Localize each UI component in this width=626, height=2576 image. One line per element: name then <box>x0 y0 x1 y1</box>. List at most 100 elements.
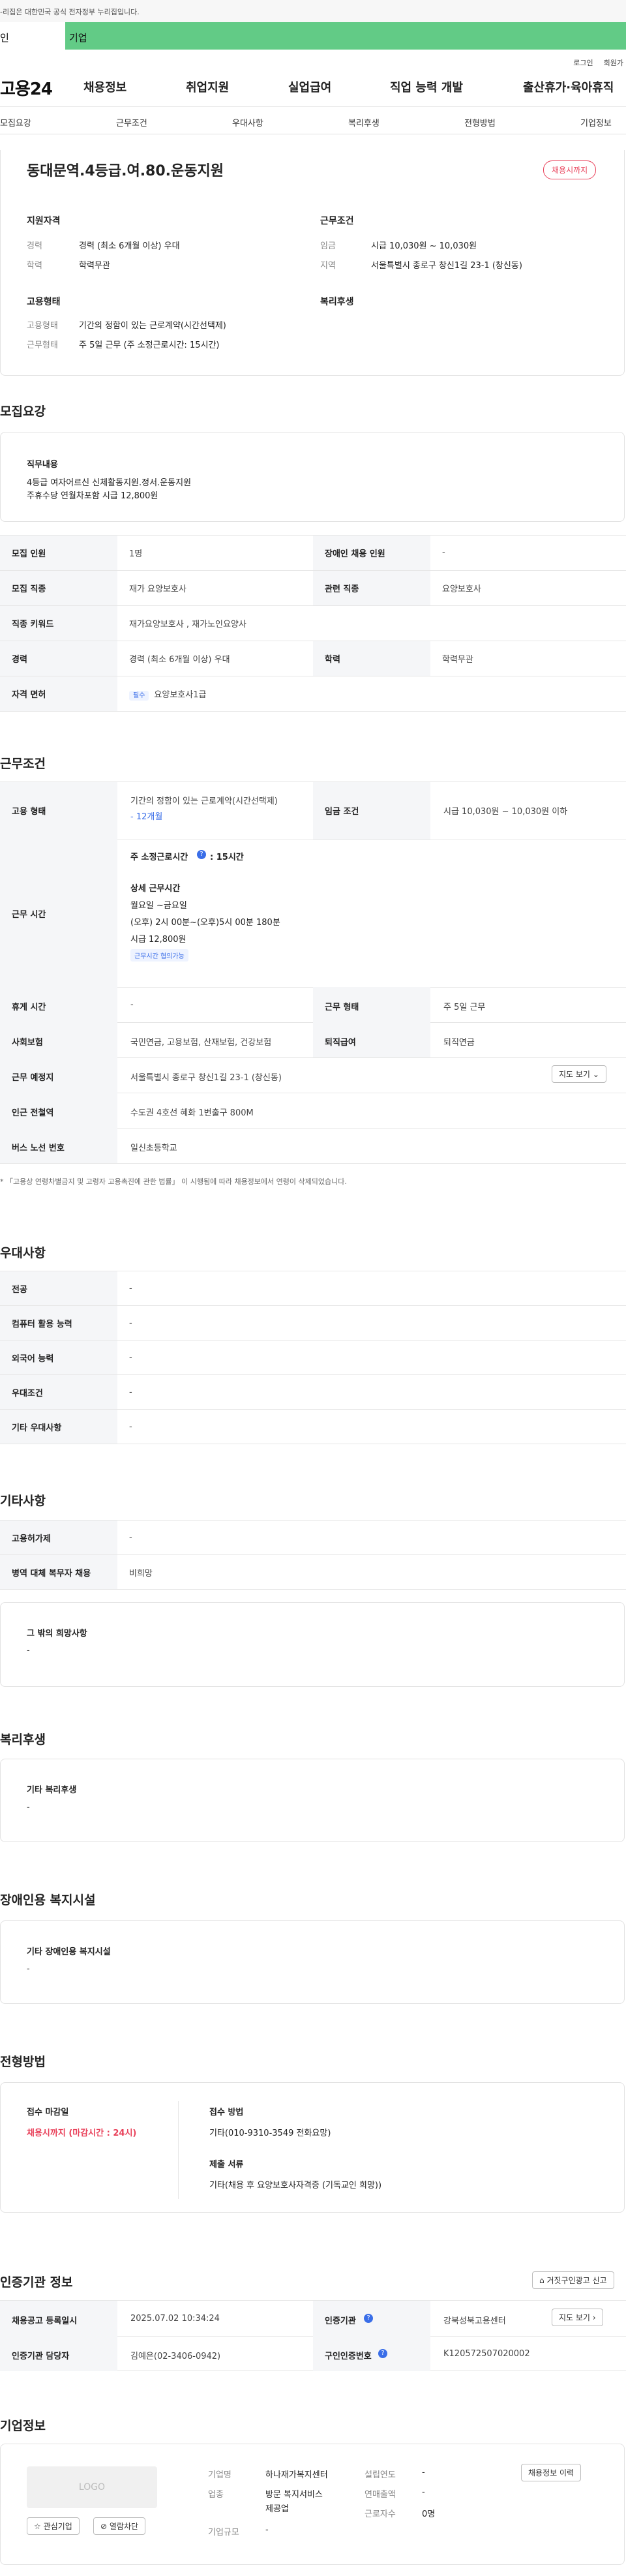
table-row: 자격 면허 필수 요양보호사1급 <box>0 676 626 712</box>
table-header-cell: 근무 형태 <box>313 987 430 1022</box>
table-header: 학력 <box>313 641 430 676</box>
job-history-button[interactable]: 채용정보 이력 <box>521 2464 582 2481</box>
reg-date-label: 채용공고 등록일시 <box>12 2316 78 2326</box>
insurance-value: 국민연금, 고용보험, 산재보험, 건강보험 <box>130 1038 272 1048</box>
nav-parental-leave[interactable]: 출산휴가·육아휴직 <box>523 78 614 95</box>
table-header-cell: 고용 형태 <box>0 782 117 840</box>
manager-label: 인증기관 담당자 <box>12 2352 70 2361</box>
wage-cond-value: 시급 10,030원 ~ 10,030원 이하 <box>443 807 568 817</box>
table-row: 외국어 능력 - <box>0 1340 626 1375</box>
detail-days: 월요일 ~금요일 <box>130 901 187 911</box>
edu-label: 학력 <box>27 261 42 271</box>
industry-value-2: 제공업 <box>265 2504 289 2514</box>
divider <box>0 1163 626 1164</box>
report-fake-ad-button[interactable]: ⌂ 거짓구인광고 신고 <box>532 2271 614 2289</box>
chevron-right-icon: › <box>592 2313 596 2322</box>
place-value: 서울특별시 종로구 창신1길 23-1 (창신동) <box>130 1073 282 1083</box>
disabled-facility-card: 기타 장애인용 복지시설 - <box>0 1920 625 2004</box>
gov-banner: -리집은 대한민국 공식 전자정부 누리집입니다. <box>0 0 626 22</box>
signup-link[interactable]: 회원가 <box>604 57 623 67</box>
table-header-cell: 인증기관 담당자 <box>0 2336 117 2371</box>
disabled-facility-title: 장애인용 복지시설 <box>0 1893 96 1907</box>
rest-label: 휴게 시간 <box>12 1003 46 1012</box>
table-row: 모집 직종 재가 요양보호사 관련 직종 요양보호사 <box>0 570 626 606</box>
company-size-label: 기업규모 <box>208 2528 239 2538</box>
deadline-badge: 채용시까지 <box>543 160 597 179</box>
duty-line-2: 주휴수당 연월차포함 시급 12,800원 <box>27 491 158 501</box>
age-notice-text: 「고용상 연령차별금지 및 고령자 고용촉진에 관한 법률」 이 시행됨에 따라… <box>6 1177 347 1186</box>
table-cell: - <box>117 1374 626 1410</box>
table-cell: 재가 요양보호사 <box>117 570 313 606</box>
table-row: 직종 키워드 재가요양보호사 , 재가노인요양사 <box>0 605 626 641</box>
company-name-value: 하나재가복지센터 <box>265 2470 328 2480</box>
anchor-conditions[interactable]: 근무조건 <box>116 116 147 129</box>
table-header-cell: 사회보험 <box>0 1022 117 1057</box>
welfare-title: 복리후생 <box>320 297 354 307</box>
mode-tabs: 인 기업 <box>0 22 626 50</box>
recruit-table: 모집 인원 1명 장애인 채용 인원 - 모집 직종 재가 요양보호사 관련 직… <box>0 535 626 712</box>
emptype-label: 고용형태 <box>27 321 58 331</box>
wage-cond-label: 임금 조건 <box>325 807 359 817</box>
tab-company[interactable]: 기업 <box>65 22 130 50</box>
table-cell: - <box>117 1340 626 1375</box>
login-link[interactable]: 로그인 <box>573 57 593 67</box>
info-icon[interactable]: ? <box>197 850 206 859</box>
table-header-cell: 인근 전철역 <box>0 1093 117 1128</box>
table-header-cell: 임금 조건 <box>313 782 430 840</box>
subway-label: 인근 전철역 <box>12 1108 54 1118</box>
region-value: 서울특별시 종로구 창신1길 23-1 (창신동) <box>371 261 522 271</box>
deadline-value: 채용시까지 (마감시간 : 24시) <box>27 2129 137 2138</box>
recruit-section-title: 모집요강 <box>0 404 46 419</box>
nav-vocational-training[interactable]: 직업 능력 개발 <box>390 78 463 95</box>
report-button-label: 거짓구인광고 신고 <box>546 2276 607 2285</box>
table-header: 모집 인원 <box>0 535 117 571</box>
company-section-title: 기업정보 <box>0 2419 46 2433</box>
block-view-button[interactable]: ⊘ 열람차단 <box>93 2517 146 2535</box>
nav-unemployment-benefit[interactable]: 실업급여 <box>288 78 331 95</box>
favorite-label: 관심기업 <box>43 2522 72 2531</box>
anchor-recruit[interactable]: 모집요강 <box>0 116 31 129</box>
agency-table: 채용공고 등록일시 2025.07.02 10:34:24 인증기관 ? 강북성… <box>0 2300 626 2371</box>
site-logo[interactable]: 고용24 <box>0 76 85 100</box>
anchor-company[interactable]: 기업정보 <box>580 116 612 129</box>
utility-links: 로그인 회원가 <box>0 50 626 67</box>
map-button-label: 지도 보기 <box>559 2313 590 2322</box>
worktype-value: 주 5일 근무 <box>443 1003 486 1012</box>
employees-label: 근로자수 <box>365 2509 396 2519</box>
anchor-selection[interactable]: 전형방법 <box>464 116 496 129</box>
page: -리집은 대한민국 공식 전자정부 누리집입니다. 인 기업 로그인 회원가 고… <box>0 0 626 2576</box>
founded-label: 설립연도 <box>365 2470 396 2480</box>
reg-date-value: 2025.07.02 10:34:24 <box>130 2314 220 2324</box>
table-cell: 요양보호사 <box>430 570 626 606</box>
nav-employment-support[interactable]: 취업지원 <box>186 78 229 95</box>
info-icon[interactable]: ? <box>364 2314 373 2323</box>
table-row: 기타 우대사항 - <box>0 1409 626 1444</box>
detail-hours-title: 상세 근무시간 <box>130 884 181 894</box>
worktype-label: 근무 형태 <box>325 1003 359 1012</box>
license-value: 요양보호사1급 <box>154 690 207 700</box>
favorite-company-button[interactable]: ☆ 관심기업 <box>27 2517 80 2535</box>
block-icon: ⊘ <box>100 2522 108 2531</box>
map-button[interactable]: 지도 보기 ⌄ <box>552 1065 606 1083</box>
table-header: 고용허가제 <box>0 1520 117 1555</box>
table-header-cell: 인증기관 ? <box>313 2301 430 2336</box>
conditions-section-title: 근무조건 <box>0 757 46 771</box>
table-row: 병역 대체 복무자 채용 비희망 <box>0 1554 626 1590</box>
table-row: 모집 인원 1명 장애인 채용 인원 - <box>0 535 626 571</box>
retirement-label: 퇴직급여 <box>325 1038 356 1048</box>
info-icon[interactable]: ? <box>378 2349 387 2358</box>
preference-table: 전공 - 컴퓨터 활용 능력 - 외국어 능력 - 우대조건 - 기타 우대사항 - <box>0 1271 626 1444</box>
tab-personal[interactable]: 인 <box>0 22 65 50</box>
chevron-down-icon: ⌄ <box>592 1070 599 1079</box>
star-icon: ☆ <box>34 2522 41 2531</box>
welfare-item-title: 기타 복리후생 <box>27 1785 77 1795</box>
rest-value: - <box>130 1000 134 1010</box>
nav-jobs[interactable]: 채용정보 <box>83 78 127 95</box>
anchor-preference[interactable]: 우대사항 <box>232 116 263 129</box>
anchor-welfare[interactable]: 복리후생 <box>348 116 380 129</box>
revenue-value: - <box>422 2487 425 2497</box>
company-card: LOGO ☆ 관심기업 ⊘ 열람차단 기업명 하나재가복지센터 업종 방문 복지… <box>0 2444 625 2565</box>
detail-hours: (오후) 2시 00분~(오후)5시 00분 180분 <box>130 918 280 928</box>
agency-map-button[interactable]: 지도 보기 › <box>552 2309 603 2326</box>
deadline-label: 접수 마감일 <box>27 2108 69 2117</box>
